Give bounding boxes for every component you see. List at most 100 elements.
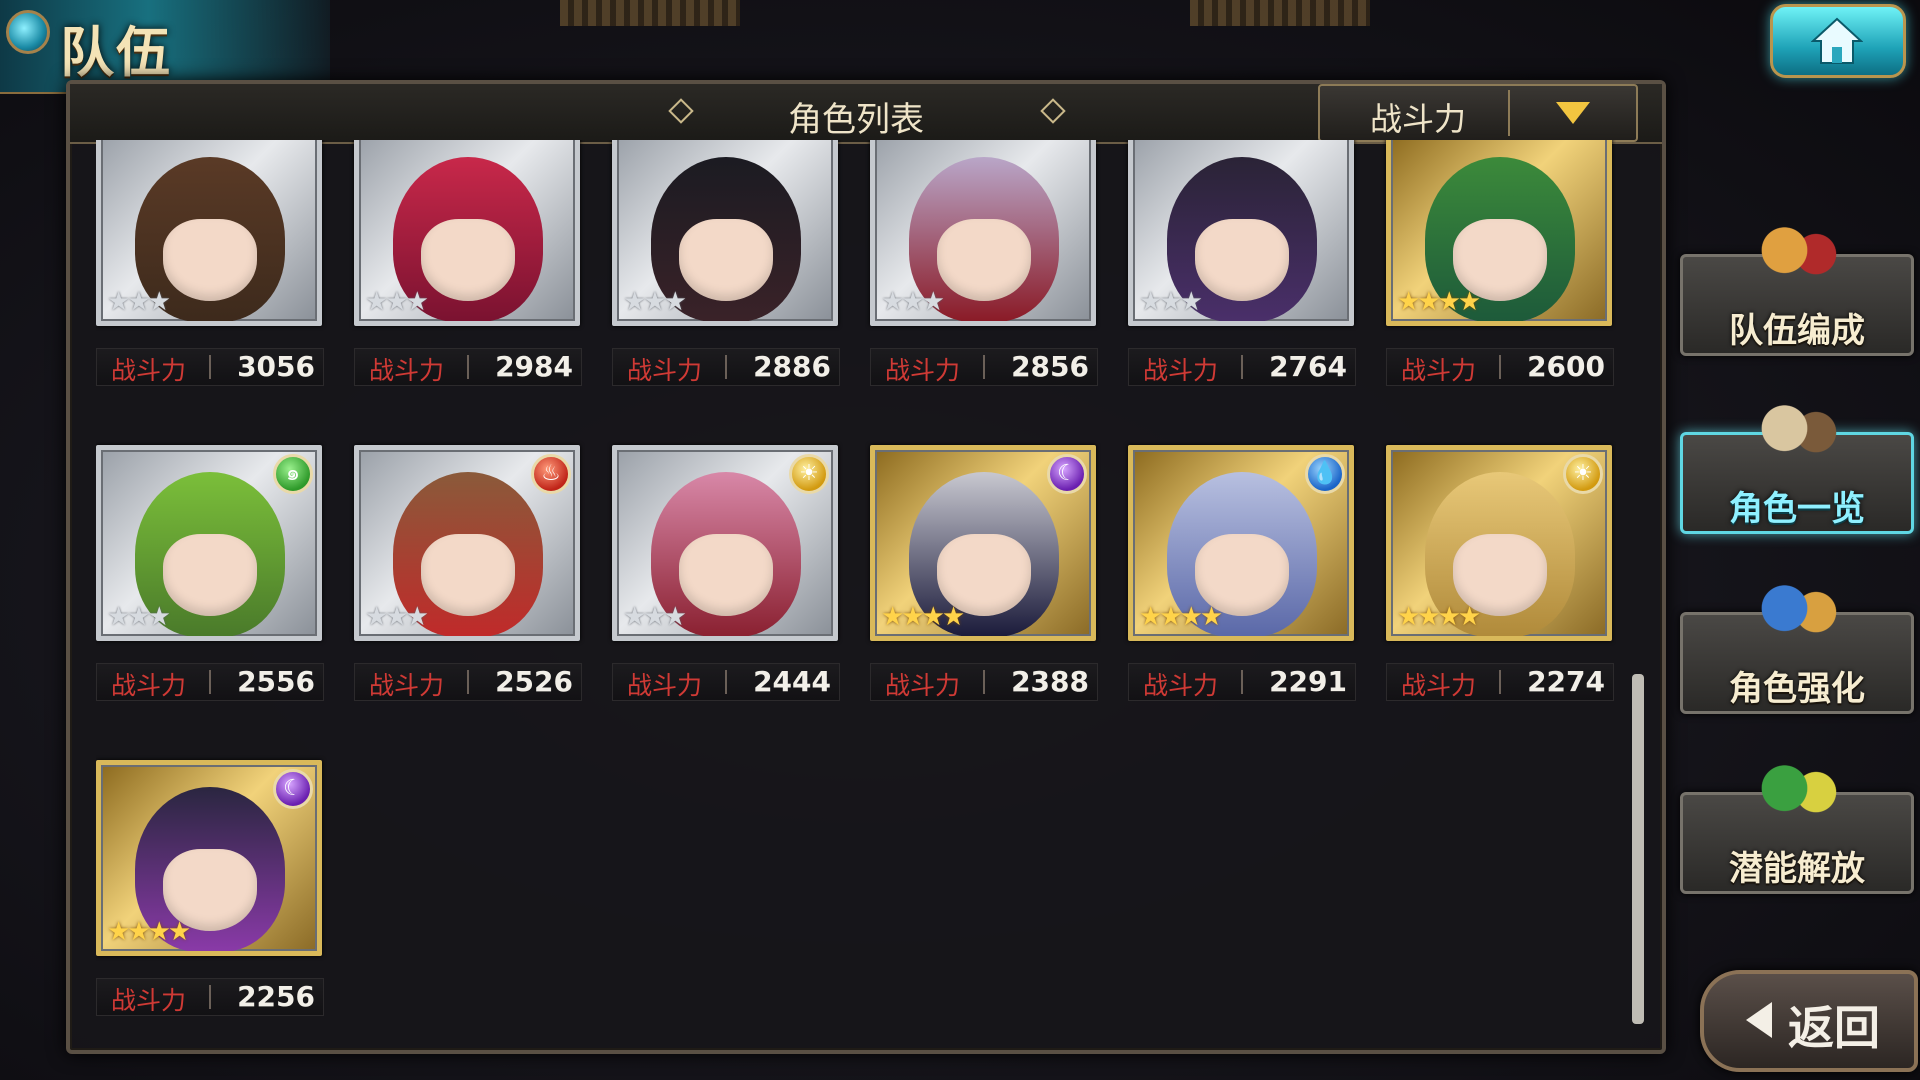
character-portrait[interactable]: ★★★ ๑ [96,445,322,641]
rarity-stars: ★★★★ [1139,602,1223,632]
combat-power-bar: 战斗力 2764 [1128,348,1356,386]
panel-header: 角色列表 战斗力 [70,84,1662,144]
power-separator [209,355,211,379]
combat-power-bar: 战斗力 2274 [1386,663,1614,701]
rarity-stars: ★★★ [881,287,945,317]
power-separator [1499,670,1501,694]
character-enhance-icon [1753,577,1843,655]
character-portrait[interactable]: ★★★★ ☾ [96,760,322,956]
character-card[interactable]: ★★★ ♨ 战斗力 2526 [354,445,582,755]
combat-power-value: 2856 [1011,350,1089,383]
power-separator [1499,355,1501,379]
top-ornament [1190,0,1370,26]
panel-title: 角色列表 [788,100,924,140]
rarity-stars: ★★★★ [107,917,191,947]
combat-power-label: 战斗力 [1401,356,1477,385]
character-portrait[interactable]: ★★★ ♨ [354,445,580,641]
character-card[interactable]: ★★★★ ☾ 战斗力 2388 [870,445,1098,755]
character-card[interactable]: ★★★ 战斗力 2984 [354,140,582,440]
back-label: 返回 [1788,1001,1880,1055]
combat-power-bar: 战斗力 2600 [1386,348,1614,386]
combat-power-bar: 战斗力 2444 [612,663,840,701]
rarity-stars: ★★★ [107,287,171,317]
character-card[interactable]: ★★★ ☀ 战斗力 2444 [612,445,840,755]
combat-power-label: 战斗力 [885,671,961,700]
diamond-ornament-icon [1040,98,1066,124]
chevron-down-icon[interactable] [1556,102,1590,124]
combat-power-value: 2984 [495,350,573,383]
back-button[interactable]: 返回 [1700,970,1918,1072]
rarity-stars: ★★★★ [1397,602,1481,632]
combat-power-value: 2444 [753,665,831,698]
combat-power-bar: 战斗力 2886 [612,348,840,386]
character-list-panel: 角色列表 战斗力 ★★★ 战斗力 3056 ★★★ 战斗力 2984 ★★★ 战斗力 2886 ★… [66,80,1666,1054]
character-card[interactable]: ★★★★ ☀ 战斗力 2274 [1386,445,1614,755]
rarity-stars: ★★★ [365,602,429,632]
combat-power-label: 战斗力 [1143,671,1219,700]
combat-power-bar: 战斗力 2856 [870,348,1098,386]
combat-power-value: 2764 [1269,350,1347,383]
sun-icon: ☀ [1563,454,1603,494]
combat-power-label: 战斗力 [885,356,961,385]
character-portrait[interactable]: ★★★★ ☀ [1386,445,1612,641]
character-card[interactable]: ★★★★ 💧 战斗力 2291 [1128,445,1356,755]
sort-dropdown[interactable]: 战斗力 [1318,84,1638,142]
potential-release-button[interactable]: 潜能解放 [1680,757,1914,894]
combat-power-bar: 战斗力 2556 [96,663,324,701]
power-separator [725,355,727,379]
rarity-stars: ★★★★ [881,602,965,632]
power-separator [209,670,211,694]
character-portrait[interactable]: ★★★ [612,140,838,326]
character-card[interactable]: ★★★★ 战斗力 2600 [1386,140,1614,440]
character-portrait[interactable]: ★★★ [354,140,580,326]
side-menu-label: 角色一览 [1729,489,1865,529]
character-card[interactable]: ★★★ 战斗力 2886 [612,140,840,440]
home-button[interactable] [1770,4,1906,78]
power-separator [1241,355,1243,379]
combat-power-bar: 战斗力 2984 [354,348,582,386]
character-enhance-button[interactable]: 角色强化 [1680,577,1914,714]
potential-release-icon [1753,757,1843,835]
combat-power-value: 2886 [753,350,831,383]
team-formation-button[interactable]: 队伍编成 [1680,219,1914,356]
side-menu-label: 队伍编成 [1729,311,1865,351]
character-list-icon [1753,397,1843,475]
combat-power-value: 2256 [237,980,315,1013]
home-icon [1811,17,1863,64]
combat-power-label: 战斗力 [369,356,445,385]
combat-power-label: 战斗力 [1401,671,1477,700]
power-separator [1241,670,1243,694]
combat-power-value: 2388 [1011,665,1089,698]
combat-power-bar: 战斗力 2256 [96,978,324,1016]
character-portrait[interactable]: ★★★★ ☾ [870,445,1096,641]
character-card[interactable]: ★★★ 战斗力 2856 [870,140,1098,440]
character-portrait[interactable]: ★★★ [870,140,1096,326]
character-card[interactable]: ★★★ 战斗力 3056 [96,140,324,440]
character-card[interactable]: ★★★★ ☾ 战斗力 2256 [96,760,324,1030]
character-portrait[interactable]: ★★★ [96,140,322,326]
combat-power-label: 战斗力 [627,356,703,385]
combat-power-bar: 战斗力 3056 [96,348,324,386]
combat-power-bar: 战斗力 2526 [354,663,582,701]
character-list-button[interactable]: 角色一览 [1680,397,1914,534]
rarity-stars: ★★★ [365,287,429,317]
character-portrait[interactable]: ★★★ ☀ [612,445,838,641]
sun-icon: ☀ [789,454,829,494]
combat-power-value: 2556 [237,665,315,698]
character-card[interactable]: ★★★ ๑ 战斗力 2556 [96,445,324,755]
scrollbar[interactable] [1632,674,1644,1024]
combat-power-label: 战斗力 [1143,356,1219,385]
side-menu-label: 角色强化 [1729,669,1865,709]
combat-power-value: 3056 [237,350,315,383]
wind-icon: ๑ [273,454,313,494]
rarity-stars: ★★★★ [1397,287,1481,317]
page-title: 队伍 [60,21,172,84]
character-portrait[interactable]: ★★★ [1128,140,1354,326]
combat-power-label: 战斗力 [111,671,187,700]
character-card[interactable]: ★★★ 战斗力 2764 [1128,140,1356,440]
sort-divider [1508,90,1510,136]
side-menu-label: 潜能解放 [1729,849,1865,889]
character-portrait[interactable]: ★★★★ [1386,140,1612,326]
character-portrait[interactable]: ★★★★ 💧 [1128,445,1354,641]
power-separator [467,670,469,694]
